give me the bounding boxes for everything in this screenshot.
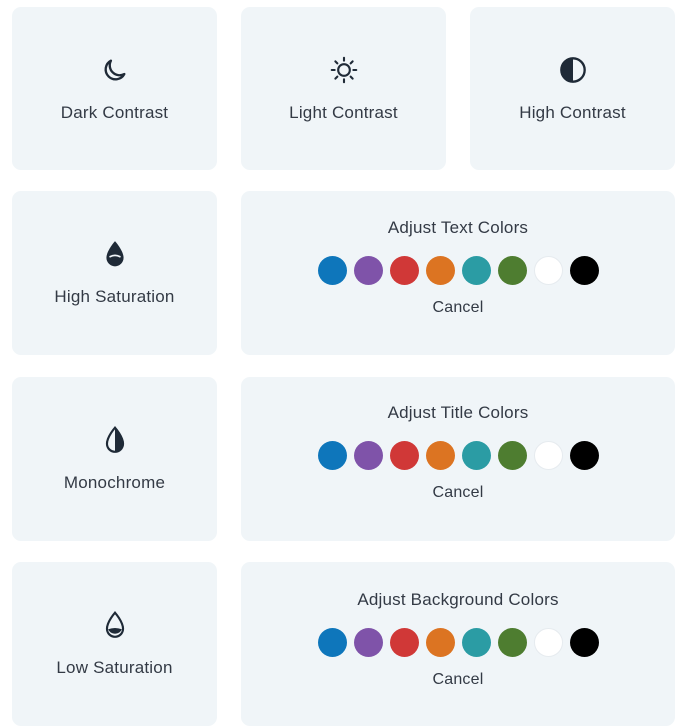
high-saturation-tile[interactable]: High Saturation — [12, 191, 217, 355]
swatch-teal[interactable] — [461, 256, 491, 285]
title-color-swatches — [317, 441, 599, 470]
text-color-swatches — [317, 256, 599, 285]
text-colors-cancel-button[interactable]: Cancel — [432, 299, 483, 317]
swatch-orange[interactable] — [425, 441, 455, 470]
sun-icon — [329, 55, 359, 85]
swatch-white[interactable] — [533, 441, 563, 470]
monochrome-tile[interactable]: Monochrome — [12, 377, 217, 541]
text-colors-title: Adjust Text Colors — [387, 218, 529, 237]
light-contrast-label: Light Contrast — [289, 102, 398, 122]
filled-drop-icon — [100, 239, 130, 269]
swatch-purple[interactable] — [353, 628, 383, 657]
swatch-black[interactable] — [569, 628, 599, 657]
half-circle-icon — [558, 55, 588, 85]
low-drop-icon — [100, 610, 130, 640]
high-saturation-label: High Saturation — [54, 287, 175, 306]
swatch-black[interactable] — [569, 441, 599, 470]
low-saturation-tile[interactable]: Low Saturation — [12, 562, 217, 726]
monochrome-label: Monochrome — [63, 473, 166, 492]
swatch-orange[interactable] — [425, 256, 455, 285]
high-contrast-label: High Contrast — [519, 102, 626, 122]
dark-contrast-label: Dark Contrast — [60, 102, 169, 122]
background-colors-title: Adjust Background Colors — [357, 590, 559, 609]
swatch-black[interactable] — [569, 256, 599, 285]
swatch-green[interactable] — [497, 441, 527, 470]
swatch-teal[interactable] — [461, 441, 491, 470]
light-contrast-tile[interactable]: Light Contrast — [241, 7, 446, 170]
swatch-red[interactable] — [389, 628, 419, 657]
swatch-purple[interactable] — [353, 256, 383, 285]
swatch-white[interactable] — [533, 256, 563, 285]
background-colors-panel: Adjust Background Colors Cancel — [241, 562, 675, 726]
title-colors-cancel-button[interactable]: Cancel — [432, 484, 483, 502]
swatch-red[interactable] — [389, 441, 419, 470]
swatch-blue[interactable] — [317, 441, 347, 470]
half-drop-icon — [100, 425, 130, 455]
swatch-green[interactable] — [497, 256, 527, 285]
swatch-orange[interactable] — [425, 628, 455, 657]
swatch-green[interactable] — [497, 628, 527, 657]
swatch-red[interactable] — [389, 256, 419, 285]
title-colors-title: Adjust Title Colors — [387, 403, 529, 422]
swatch-teal[interactable] — [461, 628, 491, 657]
text-colors-panel: Adjust Text Colors Cancel — [241, 191, 675, 355]
swatch-blue[interactable] — [317, 256, 347, 285]
background-color-swatches — [317, 628, 599, 657]
title-colors-panel: Adjust Title Colors Cancel — [241, 377, 675, 541]
high-contrast-tile[interactable]: High Contrast — [470, 7, 675, 170]
swatch-purple[interactable] — [353, 441, 383, 470]
swatch-white[interactable] — [533, 628, 563, 657]
swatch-blue[interactable] — [317, 628, 347, 657]
background-colors-cancel-button[interactable]: Cancel — [432, 671, 483, 689]
moon-icon — [100, 55, 130, 85]
dark-contrast-tile[interactable]: Dark Contrast — [12, 7, 217, 170]
low-saturation-label: Low Saturation — [56, 658, 173, 677]
